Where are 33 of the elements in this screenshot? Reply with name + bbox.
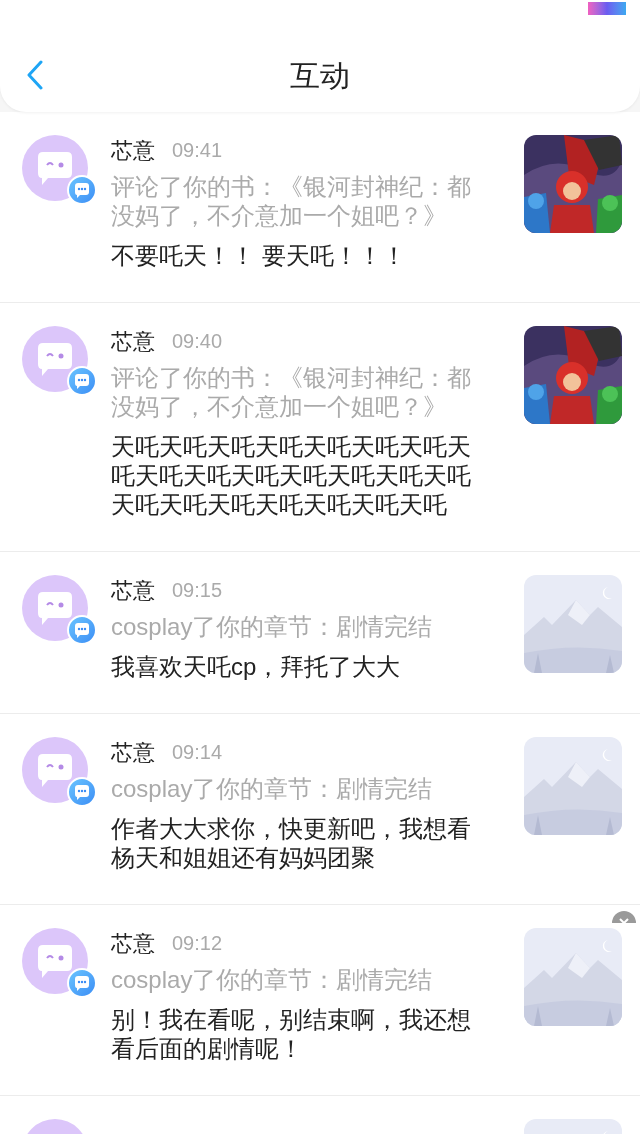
message-item[interactable]: 芯意 09:12 cosplay了你的章节：剧情完结 别！我在看呢，别结束啊，我还想看后面的剧情呢！ (0, 905, 640, 1096)
back-icon (27, 60, 43, 90)
chat-badge-icon (67, 968, 97, 998)
chat-badge-icon (67, 175, 97, 205)
comment-text: 别！我在看呢，别结束啊，我还想看后面的剧情呢！ (111, 1005, 472, 1063)
message-time: 09:41 (172, 138, 223, 163)
message-time: 09:12 (172, 931, 223, 956)
message-item[interactable]: 芯意 09:41 评论了你的书：《银河封神纪：都没妈了，不介意加一个姐吧？》 不要吒天！！ 要天吒！！！ (0, 112, 640, 303)
message-item[interactable]: 芯意 09:14 cosplay了你的章节：剧情完结 作者大大求你，快更新吧，我想看杨天和姐姐还有妈妈团聚 (0, 714, 640, 905)
message-time: 09:15 (172, 578, 223, 603)
action-text: 评论了你的书：《银河封神纪：都没妈了，不介意加一个姐吧？》 (111, 363, 472, 421)
message-time: 09:14 (172, 740, 223, 765)
action-text: cosplay了你的章节：剧情完结 (111, 774, 434, 803)
comment-text: 天吒天吒天吒天吒天吒天吒天吒天吒天吒天吒天吒天吒天吒天吒天吒天吒天吒天吒天吒天吒天吒天吒 (111, 432, 472, 519)
comment-text: 不要吒天！！ 要天吒！！！ (111, 241, 407, 270)
action-text: cosplay了你的章节：剧情完结 (111, 965, 434, 994)
comment-text: 我喜欢天吒cp，拜托了大大 (111, 652, 402, 681)
user-name: 芯意 (111, 576, 155, 605)
chat-badge-icon (67, 777, 97, 807)
action-text: 评论了你的书：《银河封神纪：都没妈了，不介意加一个姐吧？》 (111, 172, 472, 230)
message-item[interactable]: 芯意 09:15 cosplay了你的章节：剧情完结 我喜欢天吒cp，拜托了大大 (0, 552, 640, 714)
chat-badge-icon (67, 615, 97, 645)
user-name: 芯意 (111, 738, 155, 767)
page-title: 互动 (290, 58, 350, 94)
message-time: 09:40 (172, 329, 223, 354)
user-name: 芯意 (111, 929, 155, 958)
status-gradient-bar (588, 2, 626, 15)
action-text: cosplay了你的章节：剧情完结 (111, 612, 434, 641)
chat-badge-icon (67, 366, 97, 396)
comment-text: 作者大大求你，快更新吧，我想看杨天和姐姐还有妈妈团聚 (111, 814, 472, 872)
user-name: 芯意 (111, 327, 155, 356)
message-item[interactable]: 芯意 09:40 评论了你的书：《银河封神纪：都没妈了，不介意加一个姐吧？》 天吒天吒天吒天吒天吒天吒天吒天吒天吒天吒天吒天吒天吒天吒天吒天吒天吒天吒天吒天吒天吒天吒 (0, 303, 640, 552)
user-name: 芯意 (111, 136, 155, 165)
